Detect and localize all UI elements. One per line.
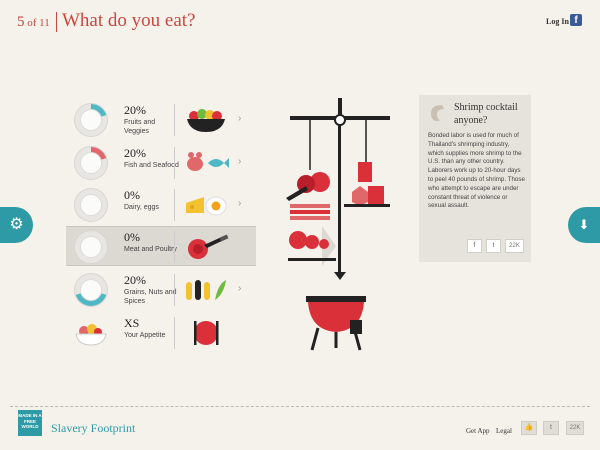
share-count: 22K <box>505 239 524 253</box>
category-percent: 0% <box>124 188 140 202</box>
scale-illustration <box>286 98 390 351</box>
chevron-right-icon: › <box>238 283 242 294</box>
header-divider <box>56 12 57 32</box>
category-fish-seafood[interactable]: 20% Fish and Seafood › <box>66 143 256 183</box>
cheese-egg-icon <box>186 196 227 216</box>
plate-gauge <box>74 273 108 307</box>
plate-gauge <box>74 103 108 137</box>
category-percent: XS <box>124 316 140 330</box>
step-current: 5 <box>17 14 25 30</box>
category-percent: 20% <box>124 103 146 117</box>
footer-share-count: 22K <box>566 421 584 435</box>
fork-knife-plate-icon <box>194 321 219 345</box>
category-label: Your Appetite <box>124 332 166 339</box>
category-percent: 20% <box>124 146 146 160</box>
category-dairy-eggs[interactable]: 0% Dairy, eggs › <box>66 185 256 225</box>
row-divider <box>174 147 175 179</box>
chevron-right-icon: › <box>238 198 242 209</box>
category-label: Fish and Seafood <box>124 162 179 169</box>
footer-divider <box>10 406 590 407</box>
row-divider <box>174 231 175 263</box>
info-body: Bonded labor is used for much of Thailan… <box>428 132 525 210</box>
twitter-footer-button[interactable]: t <box>543 421 559 435</box>
next-button[interactable]: ⬇ <box>568 207 600 243</box>
category-label: Fruits and Veggies <box>124 119 156 135</box>
category-grains-nuts-spices[interactable]: 20% Grains, Nuts and Spices › <box>66 270 256 310</box>
veggie-bowl-icon <box>187 109 225 132</box>
share-facebook-button[interactable]: f <box>467 239 482 253</box>
chevron-right-icon: › <box>238 156 242 167</box>
crab-fish-icon <box>187 152 229 171</box>
plate-inner <box>80 279 102 301</box>
plate-inner <box>80 152 102 174</box>
shrimp-icon <box>430 105 444 122</box>
grains-spices-icon <box>186 280 226 300</box>
row-divider <box>174 317 175 349</box>
login-link[interactable]: Log In <box>546 17 569 26</box>
chevron-right-icon: › <box>238 113 242 124</box>
category-percent: 0% <box>124 230 140 244</box>
plate-inner <box>80 194 102 216</box>
category-percent: 20% <box>124 273 146 287</box>
plate-gauge <box>74 188 108 222</box>
plate-inner <box>80 109 102 131</box>
fruit-bowl-icon <box>75 324 107 346</box>
category-fruits-veggies[interactable]: 20% Fruits and Veggies › <box>66 100 256 140</box>
brand-name[interactable]: Slavery Footprint <box>51 421 135 436</box>
gear-icon: ⚙ <box>9 216 24 233</box>
row-divider <box>174 189 175 221</box>
category-label: Meat and Poultry <box>124 246 177 253</box>
like-button[interactable]: 👍 <box>521 421 537 435</box>
info-card: Shrimp cocktail anyone? Bonded labor is … <box>419 95 531 262</box>
category-your-appetite[interactable]: XS Your Appetite <box>66 313 256 353</box>
step-total: of 11 <box>24 17 50 29</box>
category-meat-poultry[interactable]: 0% Meat and Poultry <box>66 226 336 266</box>
page-title: What do you eat? <box>62 10 196 31</box>
meat-knife-icon <box>188 234 229 259</box>
made-in-free-world-logo[interactable]: MADE IN A FREE WORLD <box>18 410 42 436</box>
row-divider <box>174 274 175 306</box>
header: 5 of 11 What do you eat? Log In f <box>0 0 600 40</box>
arrow-down-icon: ⬇ <box>578 217 590 232</box>
info-title: Shrimp cocktail anyone? <box>454 102 518 126</box>
share-twitter-button[interactable]: t <box>486 239 501 253</box>
plate-gauge <box>74 146 108 180</box>
plate-inner <box>80 236 102 258</box>
category-label: Dairy, eggs <box>124 204 159 211</box>
step-indicator: 5 of 11 <box>17 14 50 31</box>
category-label: Grains, Nuts and Spices <box>124 289 177 305</box>
legal-link[interactable]: Legal <box>496 427 512 435</box>
get-app-link[interactable]: Get App <box>466 427 490 435</box>
settings-button[interactable]: ⚙ <box>0 207 33 243</box>
row-divider <box>174 104 175 136</box>
facebook-login-button[interactable]: f <box>570 14 582 26</box>
plate-gauge <box>74 230 108 264</box>
